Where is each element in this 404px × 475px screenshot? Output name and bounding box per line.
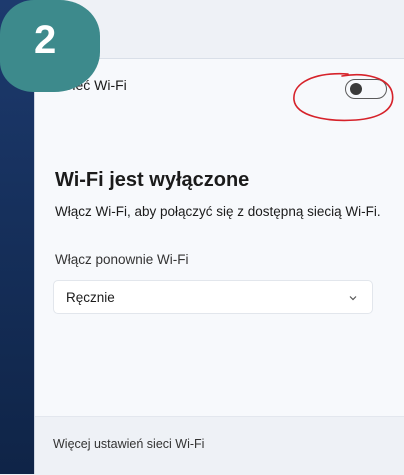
flyout-footer: Więcej ustawień sieci Wi-Fi: [35, 417, 404, 475]
wifi-flyout-panel: Sieć Wi-Fi Wi-Fi jest wyłączone Włącz Wi…: [34, 58, 404, 475]
page-title: Wi-Fi jest wyłączone: [55, 169, 250, 191]
step-number: 2: [34, 18, 57, 62]
more-wifi-settings-link[interactable]: Więcej ustawień sieci Wi-Fi: [53, 437, 204, 451]
reenable-wifi-label: Włącz ponownie Wi-Fi: [55, 252, 189, 267]
wifi-off-description: Włącz Wi-Fi, aby połączyć się z dostępną…: [55, 204, 381, 219]
toggle-knob: [350, 83, 362, 95]
dropdown-selected-value: Ręcznie: [66, 290, 115, 305]
reenable-wifi-dropdown[interactable]: Ręcznie: [53, 280, 373, 314]
step-number-badge: 2: [0, 0, 100, 92]
chevron-down-icon: [349, 296, 357, 301]
wifi-toggle[interactable]: [345, 79, 387, 99]
